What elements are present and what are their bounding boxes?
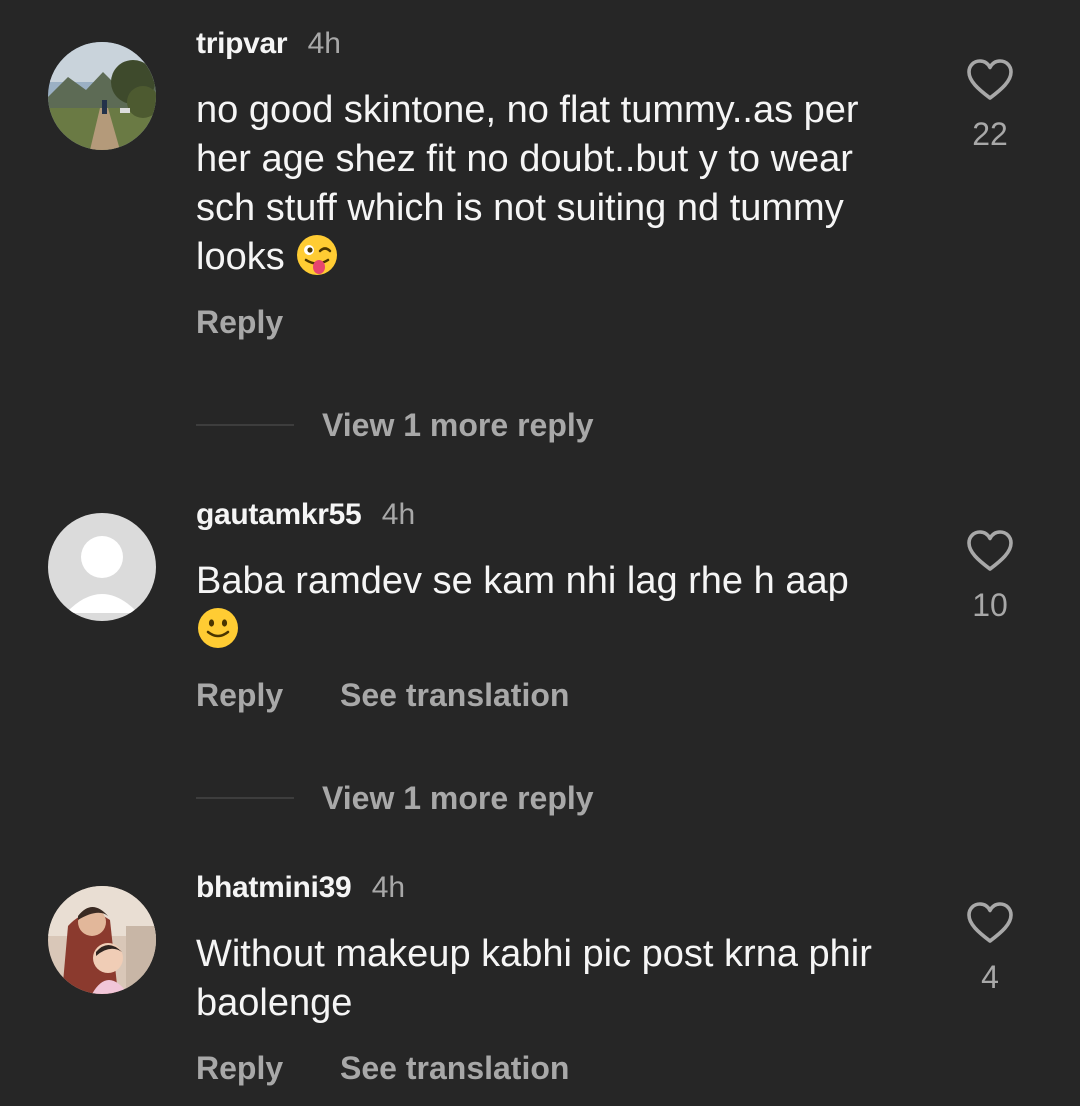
see-translation-button[interactable]: See translation [340, 1050, 569, 1086]
heart-icon[interactable] [966, 901, 1014, 945]
like-count: 22 [972, 116, 1008, 152]
timestamp: 4h [381, 498, 416, 531]
comment-text: no good skintone, no flat tummy..as per … [196, 86, 916, 282]
comment-actions: Reply See translation [196, 1048, 569, 1088]
comment-body: Without makeup kabhi pic post krna phir … [196, 933, 872, 1024]
comment-actions: Reply See translation [196, 675, 569, 715]
view-more-replies-label[interactable]: View 1 more reply [322, 780, 594, 817]
comment-actions: Reply [196, 302, 283, 342]
timestamp: 4h [307, 27, 341, 60]
avatar[interactable] [48, 513, 156, 621]
view-more-replies-label[interactable]: View 1 more reply [322, 407, 594, 444]
like-count: 4 [981, 959, 999, 995]
avatar[interactable] [48, 42, 156, 150]
reply-thread-divider [196, 424, 294, 426]
comment-body: Baba ramdev se kam nhi lag rhe h aap [196, 560, 849, 602]
see-translation-button[interactable]: See translation [340, 677, 569, 713]
like-control[interactable]: 4 [960, 901, 1020, 995]
reply-button[interactable]: Reply [196, 677, 283, 713]
slightly-smiling-face-icon [198, 608, 238, 648]
like-count: 10 [972, 587, 1008, 623]
like-control[interactable]: 10 [960, 529, 1020, 623]
comment-text: Without makeup kabhi pic post krna phir … [196, 930, 916, 1028]
comment-meta: bhatmini39 4h [196, 870, 405, 906]
reply-button[interactable]: Reply [196, 304, 283, 340]
username[interactable]: tripvar [196, 27, 288, 60]
view-more-replies-button[interactable]: View 1 more reply [196, 778, 594, 818]
comment-text: Baba ramdev se kam nhi lag rhe h aap [196, 557, 916, 655]
comment-meta: tripvar 4h [196, 26, 341, 62]
heart-icon[interactable] [966, 529, 1014, 573]
timestamp: 4h [371, 871, 406, 904]
like-control[interactable]: 22 [960, 58, 1020, 152]
winking-face-with-tongue-icon [297, 235, 338, 275]
reply-thread-divider [196, 797, 294, 799]
username[interactable]: bhatmini39 [196, 871, 352, 904]
comment-meta: gautamkr55 4h [196, 497, 415, 533]
view-more-replies-button[interactable]: View 1 more reply [196, 405, 594, 445]
reply-button[interactable]: Reply [196, 1050, 283, 1086]
avatar[interactable] [48, 886, 156, 994]
username[interactable]: gautamkr55 [196, 498, 362, 531]
heart-icon[interactable] [966, 58, 1014, 102]
